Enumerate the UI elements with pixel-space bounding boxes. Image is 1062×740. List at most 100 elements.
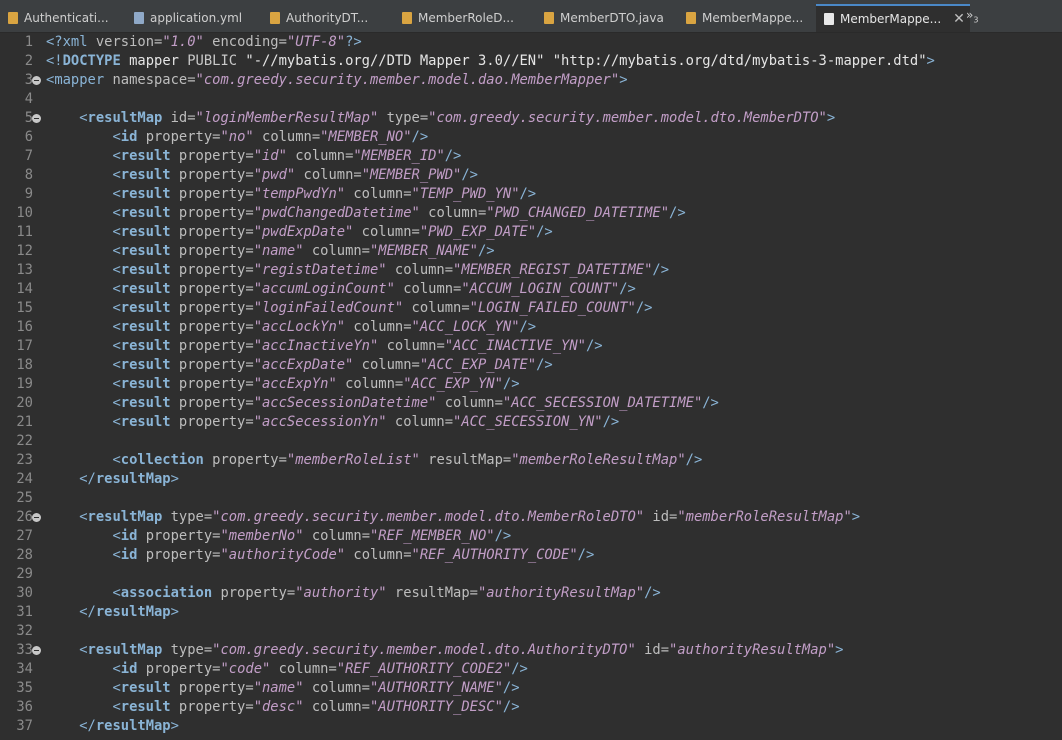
close-tab-icon[interactable]: ✕ bbox=[953, 11, 965, 27]
code-token: mapper bbox=[54, 72, 113, 88]
code-token: /> bbox=[585, 338, 603, 354]
fold-collapse-icon[interactable] bbox=[32, 114, 41, 123]
tab-label: MemberMappe... bbox=[840, 12, 942, 26]
code-token: column= bbox=[386, 262, 454, 278]
code-token: /> bbox=[536, 224, 553, 240]
code-token: "com.greedy.security.member.model.dto.Me… bbox=[212, 509, 645, 525]
tab-1[interactable]: application.yml bbox=[126, 4, 264, 31]
code-text: <result property="pwdChangedDatetime" co… bbox=[46, 204, 685, 223]
code-token: "ACCUM_LOGIN_COUNT" bbox=[461, 281, 620, 297]
code-text: <id property="memberNo" column="REF_MEMB… bbox=[46, 527, 511, 546]
line-number: 30 bbox=[16, 585, 33, 601]
tab-6[interactable]: MemberMappe... ✕ bbox=[816, 4, 970, 32]
code-token: column= bbox=[345, 547, 412, 563]
line-number: 33 bbox=[16, 642, 33, 658]
code-token: property= bbox=[170, 300, 254, 316]
code-token: result bbox=[120, 281, 171, 297]
code-line: 26 <resultMap type="com.greedy.security.… bbox=[0, 508, 1062, 527]
code-token: property= bbox=[170, 376, 254, 392]
code-token: "authority" bbox=[295, 585, 387, 601]
code-token: property= bbox=[170, 262, 254, 278]
line-number: 17 bbox=[16, 338, 33, 354]
fold-collapse-icon[interactable] bbox=[32, 646, 41, 655]
line-number: 9 bbox=[24, 186, 33, 202]
code-token: property= bbox=[137, 129, 221, 145]
code-token: > bbox=[835, 642, 844, 658]
fold-collapse-icon[interactable] bbox=[32, 76, 41, 85]
code-token: id bbox=[120, 661, 138, 677]
code-line: 22 bbox=[0, 432, 1062, 451]
code-text: <result property="registDatetime" column… bbox=[46, 261, 669, 280]
code-line: 14 <result property="accumLoginCount" co… bbox=[0, 280, 1062, 299]
code-token: column= bbox=[286, 148, 354, 164]
code-token: result bbox=[120, 376, 171, 392]
code-text: <result property="accLockYn" column="ACC… bbox=[46, 318, 536, 337]
code-token: < bbox=[112, 224, 121, 240]
line-number: 5 bbox=[24, 110, 33, 126]
tab-overflow-button[interactable]: »3 bbox=[966, 8, 978, 24]
code-token: id= bbox=[644, 509, 678, 525]
code-token: "loginMemberResultMap" bbox=[195, 110, 379, 126]
code-token: property= bbox=[170, 338, 254, 354]
fold-collapse-icon[interactable] bbox=[32, 513, 41, 522]
code-text: <!DOCTYPE mapper PUBLIC "-//mybatis.org/… bbox=[46, 52, 935, 71]
line-number: 16 bbox=[16, 319, 33, 335]
java-file-icon bbox=[544, 11, 554, 24]
code-line: 1 <?xml version="1.0" encoding="UTF-8"?> bbox=[0, 33, 1062, 52]
code-token: "pwdChangedDatetime" bbox=[253, 205, 420, 221]
java-file-icon bbox=[402, 11, 412, 24]
code-token: "com.greedy.security.member.model.dto.Au… bbox=[212, 642, 636, 658]
code-token: "MEMBER_REGIST_DATETIME" bbox=[453, 262, 653, 278]
code-line: 27 <id property="memberNo" column="REF_M… bbox=[0, 527, 1062, 546]
code-token: id bbox=[120, 547, 138, 563]
code-line: 11 <result property="pwdExpDate" column=… bbox=[0, 223, 1062, 242]
tab-2[interactable]: AuthorityDT... bbox=[262, 4, 396, 31]
code-editor[interactable]: 1 <?xml version="1.0" encoding="UTF-8"?> 2… bbox=[0, 33, 1062, 740]
code-line: 19 <result property="accExpYn" column="A… bbox=[0, 375, 1062, 394]
code-token: "tempPwdYn" bbox=[253, 186, 346, 202]
code-text: <association property="authority" result… bbox=[46, 584, 660, 603]
code-token: /> bbox=[461, 167, 478, 183]
code-line: 8 <result property="pwd" column="MEMBER_… bbox=[0, 166, 1062, 185]
code-text: <id property="authorityCode" column="REF… bbox=[46, 546, 594, 565]
code-token: "accumLoginCount" bbox=[253, 281, 395, 297]
tab-label: Authenticati... bbox=[24, 10, 109, 25]
code-token: "pwd" bbox=[253, 167, 296, 183]
code-token: > bbox=[851, 509, 861, 525]
line-number: 26 bbox=[16, 509, 33, 525]
code-line: 13 <result property="registDatetime" col… bbox=[0, 261, 1062, 280]
code-token: id= bbox=[635, 642, 670, 658]
code-line: 36 <result property="desc" column="AUTHO… bbox=[0, 698, 1062, 717]
code-token: column= bbox=[353, 224, 420, 240]
tab-0[interactable]: Authenticati... bbox=[0, 4, 126, 31]
code-token: "id" bbox=[253, 148, 287, 164]
code-line: 3 <mapper namespace="com.greedy.security.… bbox=[0, 71, 1062, 90]
code-token: /> bbox=[411, 129, 429, 145]
line-number: 37 bbox=[16, 718, 33, 734]
code-text: <resultMap type="com.greedy.security.mem… bbox=[46, 508, 860, 527]
tab-4[interactable]: MemberDTO.java bbox=[536, 4, 678, 31]
code-line: 25 bbox=[0, 489, 1062, 508]
tab-3[interactable]: MemberRoleD... bbox=[394, 4, 536, 31]
code-token: < bbox=[112, 319, 121, 335]
code-token: result bbox=[120, 186, 171, 202]
code-token: resultMap= bbox=[419, 452, 512, 468]
code-token: "REF_AUTHORITY_CODE2" bbox=[336, 661, 512, 677]
code-text: <result property="accSecessionDatetime" … bbox=[46, 394, 718, 413]
code-token: "accInactiveYn" bbox=[253, 338, 379, 354]
code-token: < bbox=[112, 205, 121, 221]
code-token: < bbox=[79, 509, 88, 525]
code-token: "ACC_SECESSION_YN" bbox=[453, 414, 603, 430]
tab-label: AuthorityDT... bbox=[286, 10, 369, 25]
code-token: "LOGIN_FAILED_COUNT" bbox=[469, 300, 636, 316]
line-number: 31 bbox=[16, 604, 33, 620]
code-token: encoding= bbox=[203, 34, 287, 50]
tab-5[interactable]: MemberMappe... bbox=[678, 4, 822, 31]
line-number: 8 bbox=[24, 167, 33, 183]
